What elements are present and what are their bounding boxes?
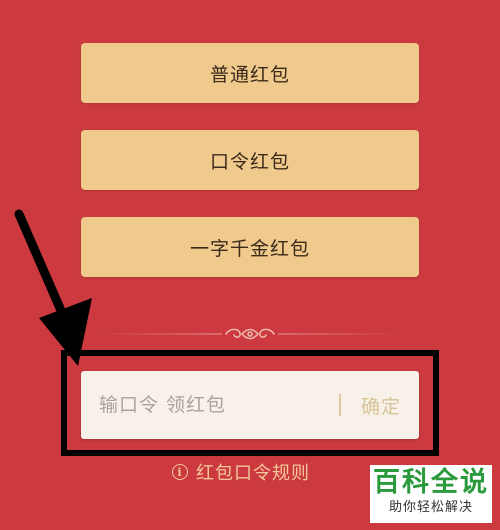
- red-packet-screen: 普通红包 口令红包 一字千金红包 输口令 领红包 确定 i 红包口令规则 百科全…: [0, 0, 500, 530]
- normal-red-packet-label: 普通红包: [209, 63, 290, 86]
- normal-red-packet-button[interactable]: 普通红包: [81, 43, 419, 103]
- info-icon: i: [172, 464, 188, 480]
- red-packet-rules-link[interactable]: i 红包口令规则: [172, 459, 310, 485]
- password-red-packet-button[interactable]: 口令红包: [81, 130, 419, 190]
- ornamental-divider: [100, 322, 400, 346]
- highlight-frame: [61, 350, 439, 456]
- one-word-red-packet-button[interactable]: 一字千金红包: [81, 217, 419, 277]
- watermark-logo: 百科全说 助你轻松解决: [370, 465, 492, 523]
- rules-link-label: 红包口令规则: [196, 463, 310, 484]
- password-red-packet-label: 口令红包: [209, 150, 290, 173]
- watermark-subtitle: 助你轻松解决: [388, 500, 473, 515]
- watermark-title: 百科全说: [373, 467, 489, 498]
- one-word-red-packet-label: 一字千金红包: [189, 237, 310, 260]
- ornament-icon: [100, 328, 400, 340]
